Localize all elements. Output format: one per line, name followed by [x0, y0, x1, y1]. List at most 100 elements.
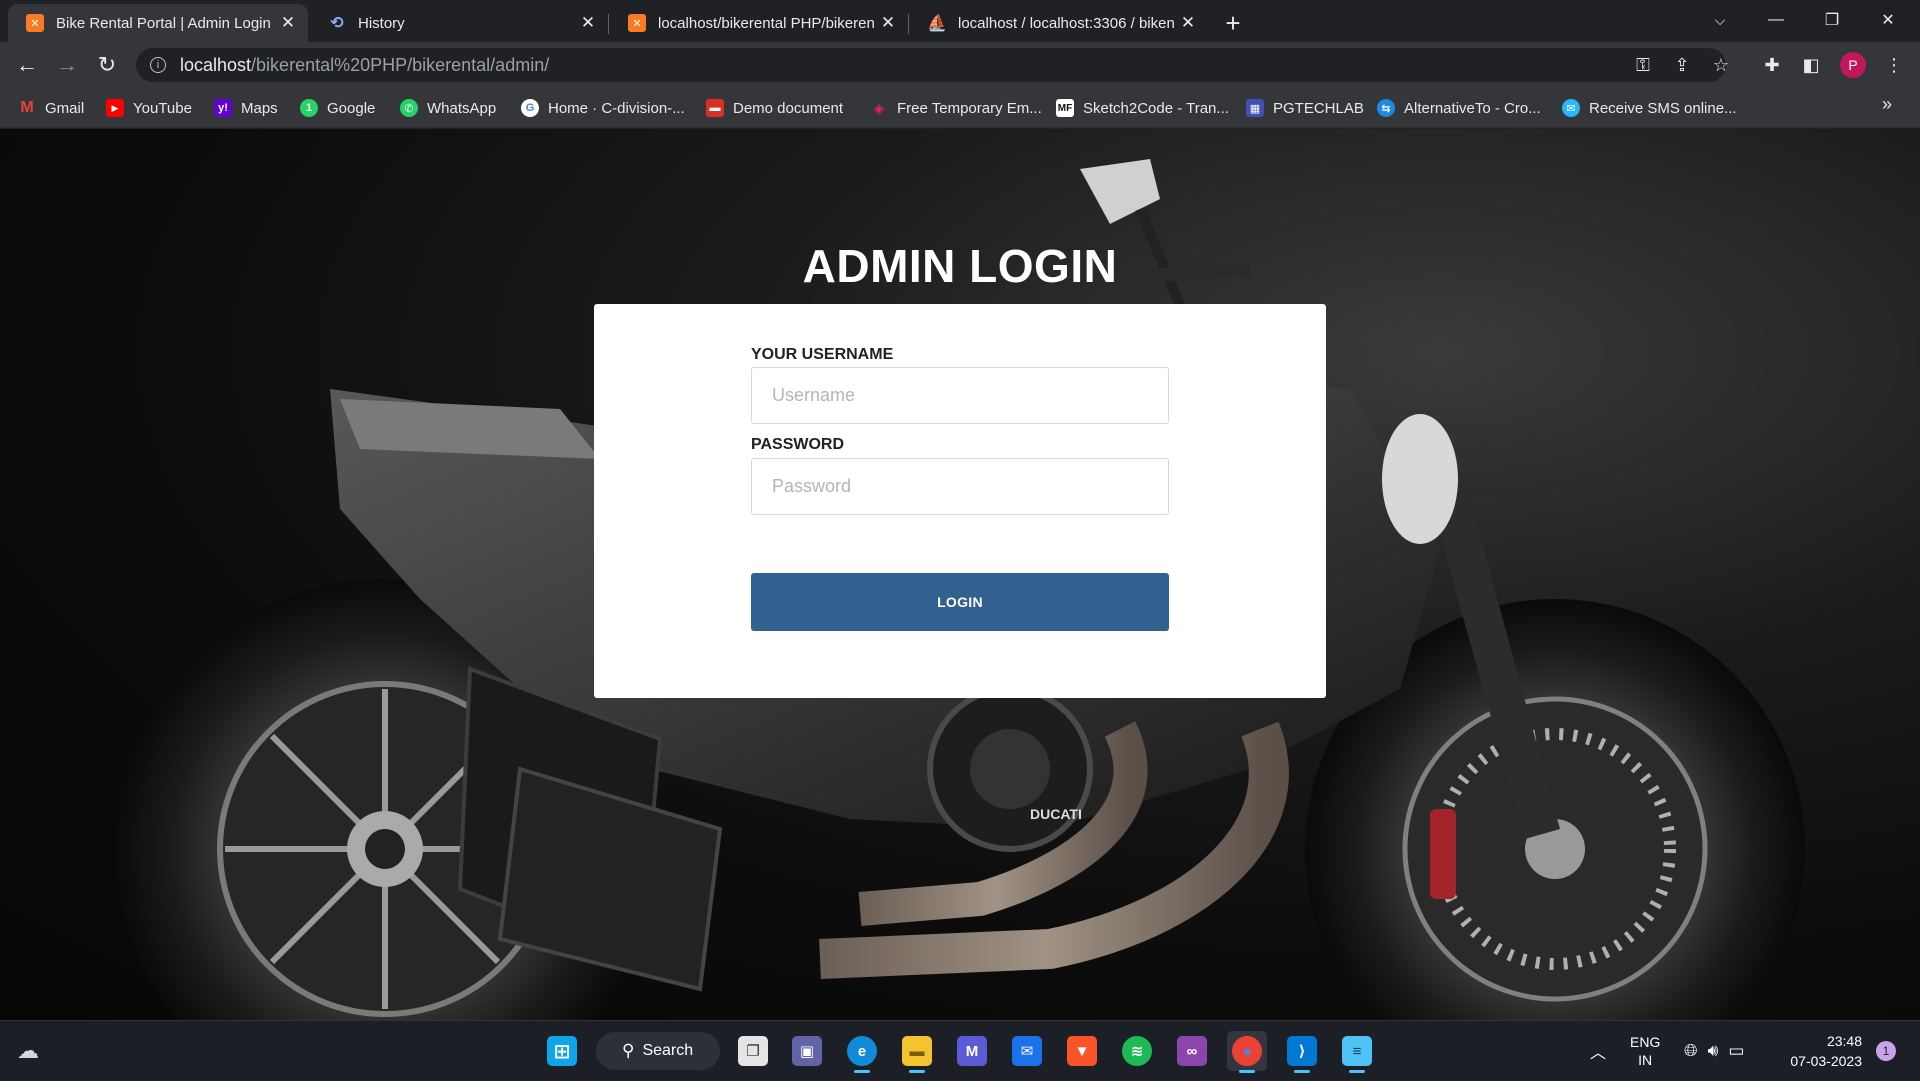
- xampp-icon: ✕: [628, 14, 646, 32]
- restore-button[interactable]: ❐: [1806, 0, 1858, 40]
- bookmark-temp-email[interactable]: ◈ Free Temporary Em...: [870, 96, 1042, 120]
- password-label: PASSWORD: [751, 436, 845, 453]
- reload-icon[interactable]: ↻: [91, 49, 123, 81]
- bookmark-maps[interactable]: y! Maps: [214, 96, 278, 120]
- side-panel-icon[interactable]: ◧: [1797, 51, 1825, 79]
- bookmark-label: Maps: [241, 99, 278, 117]
- gmail-icon: M: [20, 99, 34, 116]
- back-arrow-icon[interactable]: ←: [11, 49, 43, 81]
- tab-separator: [608, 14, 609, 34]
- username-input[interactable]: [751, 367, 1169, 424]
- vscode-icon[interactable]: ⟩: [1282, 1031, 1322, 1073]
- close-tab-icon[interactable]: ✕: [278, 13, 298, 33]
- sms-icon: ✉: [1562, 99, 1580, 117]
- close-tab-icon[interactable]: ✕: [1178, 13, 1198, 33]
- bookmark-label: AlternativeTo - Cro...: [1404, 99, 1541, 117]
- bookmark-label: Gmail: [45, 99, 85, 117]
- window-close-button[interactable]: ✕: [1862, 0, 1914, 40]
- google-icon: G: [521, 99, 539, 117]
- password-key-icon[interactable]: ⚿: [1629, 51, 1657, 79]
- language-indicator[interactable]: ENG IN: [1630, 1021, 1660, 1081]
- url-host: localhost: [180, 54, 252, 75]
- bookmark-alternativeto[interactable]: ⇆ AlternativeTo - Cro...: [1377, 96, 1541, 120]
- tab-phpmyadmin[interactable]: ⛵ localhost / localhost:3306 / biken ✕: [910, 4, 1208, 42]
- system-tray-icons[interactable]: 🌐︎ 🔊︎ ▭: [1684, 1021, 1744, 1081]
- edge-icon[interactable]: e: [842, 1031, 882, 1073]
- profile-avatar[interactable]: P: [1840, 52, 1866, 78]
- clock[interactable]: 23:48 07-03-2023: [1778, 1021, 1862, 1081]
- bookmark-receive-sms[interactable]: ✉ Receive SMS online...: [1562, 96, 1737, 120]
- tab-admin-login[interactable]: ✕ Bike Rental Portal | Admin Login ✕: [8, 4, 308, 42]
- bookmark-star-icon[interactable]: ☆: [1707, 51, 1735, 79]
- bookmark-google[interactable]: 1 Google: [300, 96, 375, 120]
- mail-icon[interactable]: ✉: [1007, 1031, 1047, 1071]
- forward-arrow-icon[interactable]: →: [51, 49, 83, 81]
- region-label: IN: [1638, 1052, 1653, 1068]
- chrome-icon[interactable]: ●: [1227, 1031, 1267, 1073]
- bookmark-sketch2code[interactable]: MF Sketch2Code - Tran...: [1056, 96, 1229, 120]
- brave-icon[interactable]: ▼: [1062, 1031, 1102, 1071]
- extensions-puzzle-icon[interactable]: ✚: [1758, 51, 1786, 79]
- bookmark-label: Free Temporary Em...: [897, 99, 1042, 117]
- bookmark-gmail[interactable]: M Gmail: [18, 96, 84, 120]
- mathpix-icon[interactable]: M: [952, 1031, 992, 1071]
- notepad-icon[interactable]: ≡: [1337, 1031, 1377, 1073]
- start-windows-icon[interactable]: ⊞: [542, 1031, 582, 1071]
- bookmark-whatsapp[interactable]: ✆ WhatsApp: [400, 96, 496, 120]
- tab-title: localhost/bikerental PHP/bikeren: [658, 14, 875, 32]
- history-icon: ⟲: [330, 15, 344, 32]
- minimize-button[interactable]: —: [1750, 0, 1802, 40]
- bookmark-label: YouTube: [133, 99, 192, 117]
- task-view-icon[interactable]: ❐: [733, 1031, 773, 1071]
- teams-icon[interactable]: ▣: [787, 1031, 827, 1071]
- close-tab-icon[interactable]: ✕: [578, 13, 598, 33]
- tab-localhost-bikerental[interactable]: ✕ localhost/bikerental PHP/bikeren ✕: [610, 4, 908, 42]
- notification-center[interactable]: 1: [1876, 1021, 1896, 1081]
- bookmarks-bar: M Gmail ▶ YouTube y! Maps 1 Google ✆ WhatsApp…: [0, 88, 1920, 128]
- bookmark-youtube[interactable]: ▶ YouTube: [106, 96, 192, 120]
- bookmark-pgtechlab[interactable]: ▦ PGTECHLAB: [1246, 96, 1364, 120]
- close-tab-icon[interactable]: ✕: [878, 13, 898, 33]
- windows-taskbar: ☁ ⊞ ⚲ Search ❐ ▣ e ▬ M ✉ ▼ ≋ ∞ ● ⟩ ≡ ︿ E…: [0, 1020, 1920, 1080]
- bookmark-label: Receive SMS online...: [1589, 99, 1737, 117]
- arduino-icon[interactable]: ∞: [1172, 1031, 1212, 1071]
- new-tab-button[interactable]: +: [1218, 8, 1248, 38]
- bookmark-label: Home · C-division-...: [548, 99, 685, 117]
- file-explorer-icon[interactable]: ▬: [897, 1031, 937, 1073]
- address-bar[interactable]: i localhost/bikerental%20PHP/bikerental/…: [136, 48, 1726, 82]
- whatsapp-icon: ✆: [400, 99, 418, 117]
- tab-search-chevron-icon[interactable]: ⌵: [1694, 0, 1746, 40]
- bookmark-label: WhatsApp: [427, 99, 497, 117]
- password-input[interactable]: [751, 458, 1169, 515]
- url-path: /bikerental%20PHP/bikerental/admin/: [251, 54, 550, 75]
- login-button[interactable]: LOGIN: [751, 573, 1169, 631]
- login-card: YOUR USERNAME PASSWORD LOGIN: [594, 304, 1326, 698]
- tab-title: History: [358, 14, 405, 32]
- tab-title: localhost / localhost:3306 / biken: [958, 14, 1175, 32]
- share-icon[interactable]: ⇪: [1668, 51, 1696, 79]
- weather-widget-icon[interactable]: ☁: [8, 1031, 48, 1071]
- youtube-icon: ▶: [106, 99, 124, 117]
- tray-overflow-chevron-icon[interactable]: ︿: [1590, 1021, 1606, 1081]
- bookmark-label: Sketch2Code - Tran...: [1083, 99, 1229, 117]
- site-info-icon[interactable]: i: [150, 57, 166, 73]
- tab-title: Bike Rental Portal | Admin Login: [56, 14, 271, 32]
- xampp-icon: ✕: [26, 14, 44, 32]
- search-label: Search: [642, 1042, 694, 1059]
- search-icon: ⚲: [622, 1041, 635, 1060]
- spotify-icon[interactable]: ≋: [1117, 1031, 1157, 1071]
- mail-eye-icon: ◈: [873, 99, 885, 116]
- clock-time: 23:48: [1826, 1033, 1862, 1049]
- bookmarks-overflow-chevron-icon[interactable]: »: [1882, 94, 1892, 115]
- username-label: YOUR USERNAME: [751, 346, 894, 363]
- bookmark-label: Google: [327, 99, 376, 117]
- taskbar-search[interactable]: ⚲ Search: [596, 1032, 720, 1070]
- bookmark-label: Demo document: [733, 99, 844, 117]
- network-globe-icon: 🌐︎: [1684, 1041, 1698, 1060]
- bookmark-demo-document[interactable]: ▬ Demo document: [706, 96, 843, 120]
- tab-history[interactable]: ⟲ History ✕: [310, 4, 608, 42]
- bookmark-label: PGTECHLAB: [1273, 99, 1364, 117]
- bookmark-c-division[interactable]: G Home · C-division-...: [521, 96, 685, 120]
- mf-icon: MF: [1056, 99, 1074, 117]
- menu-kebab-icon[interactable]: ⋮: [1880, 51, 1908, 79]
